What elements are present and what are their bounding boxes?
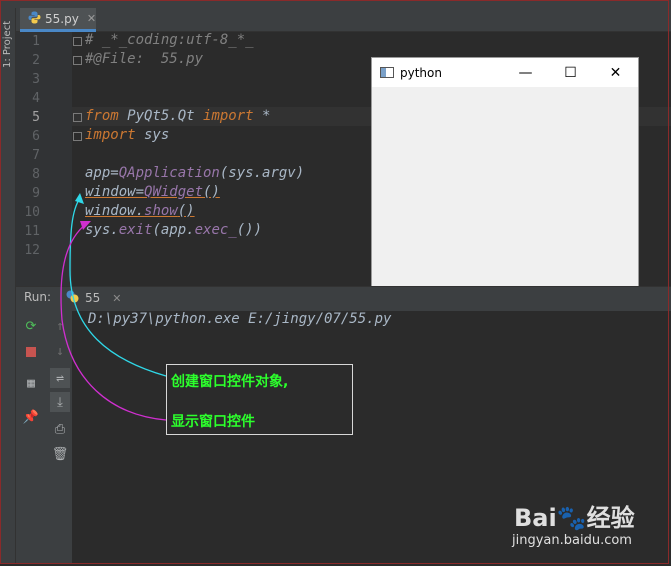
- annotation-arrows: [60, 193, 167, 421]
- arrow-to-show: [60, 223, 167, 421]
- arrow-head: [75, 193, 84, 204]
